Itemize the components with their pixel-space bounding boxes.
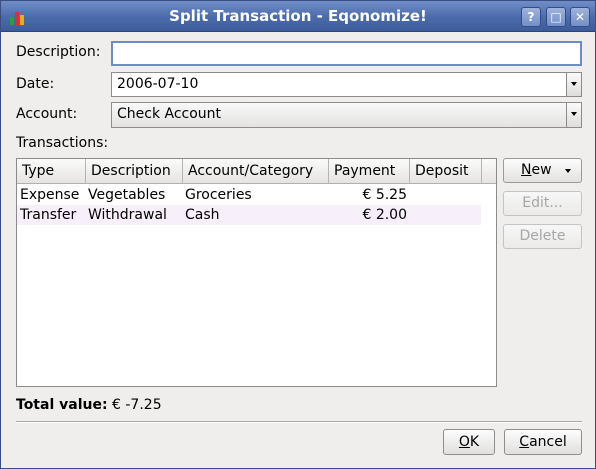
date-label: Date: (16, 76, 55, 92)
column-header-deposit[interactable]: Deposit (410, 159, 482, 184)
transactions-list[interactable]: Type Description Account/Category Paymen… (16, 158, 497, 387)
window-title: Split Transaction - Eqonomize! (169, 7, 427, 25)
cell-payment: € 2.00 (362, 207, 407, 223)
ok-button[interactable]: OK (443, 429, 495, 455)
delete-button[interactable]: Delete (503, 224, 582, 249)
account-label: Account: (16, 106, 78, 122)
cancel-button[interactable]: Cancel (504, 429, 582, 455)
table-row[interactable]: Transfer Withdrawal Cash € 2.00 (17, 205, 481, 225)
total-value: Total value: € -7.25 (16, 397, 162, 413)
help-button[interactable]: ? (521, 7, 541, 27)
new-mnemonic: N (521, 162, 532, 178)
column-header-account-category[interactable]: Account/Category (183, 159, 329, 184)
ok-label: K (469, 434, 480, 450)
split-transaction-dialog: Split Transaction - Eqonomize! ? □ ✕ Des… (0, 0, 596, 469)
date-value: 2006-07-10 (117, 76, 199, 92)
description-input[interactable] (111, 41, 582, 66)
total-amount: € -7.25 (112, 397, 162, 413)
cell-category: Groceries (185, 187, 252, 203)
cell-category: Cash (185, 207, 220, 223)
account-dropdown-arrow[interactable] (566, 103, 581, 127)
date-dropdown-arrow[interactable] (566, 73, 581, 96)
total-label: Total value: (16, 397, 108, 413)
edit-button[interactable]: Edit... (503, 191, 582, 216)
table-row[interactable]: Expense Vegetables Groceries € 5.25 (17, 185, 481, 205)
cell-type: Transfer (20, 207, 77, 223)
new-label: ew (531, 162, 552, 178)
column-header-payment[interactable]: Payment (329, 159, 410, 184)
column-header-type[interactable]: Type (17, 159, 86, 184)
cell-description: Withdrawal (88, 207, 167, 223)
separator (16, 421, 582, 423)
cancel-label: ancel (529, 434, 567, 450)
cell-type: Expense (20, 187, 80, 203)
transactions-label: Transactions: (16, 135, 109, 151)
chevron-down-icon (565, 169, 571, 173)
cell-payment: € 5.25 (362, 187, 407, 203)
date-combo[interactable]: 2006-07-10 (111, 72, 582, 97)
account-value: Check Account (117, 106, 222, 122)
cell-description: Vegetables (88, 187, 166, 203)
list-header: Type Description Account/Category Paymen… (17, 159, 496, 184)
account-combo[interactable]: Check Account (111, 102, 582, 128)
close-button[interactable]: ✕ (570, 7, 590, 27)
ok-mnemonic: O (458, 434, 470, 450)
title-bar[interactable]: Split Transaction - Eqonomize! ? □ ✕ (1, 1, 595, 32)
new-button[interactable]: New (503, 158, 582, 183)
maximize-button[interactable]: □ (546, 7, 566, 27)
description-label: Description: (16, 44, 101, 60)
cancel-mnemonic: C (519, 434, 530, 450)
column-header-description[interactable]: Description (86, 159, 183, 184)
